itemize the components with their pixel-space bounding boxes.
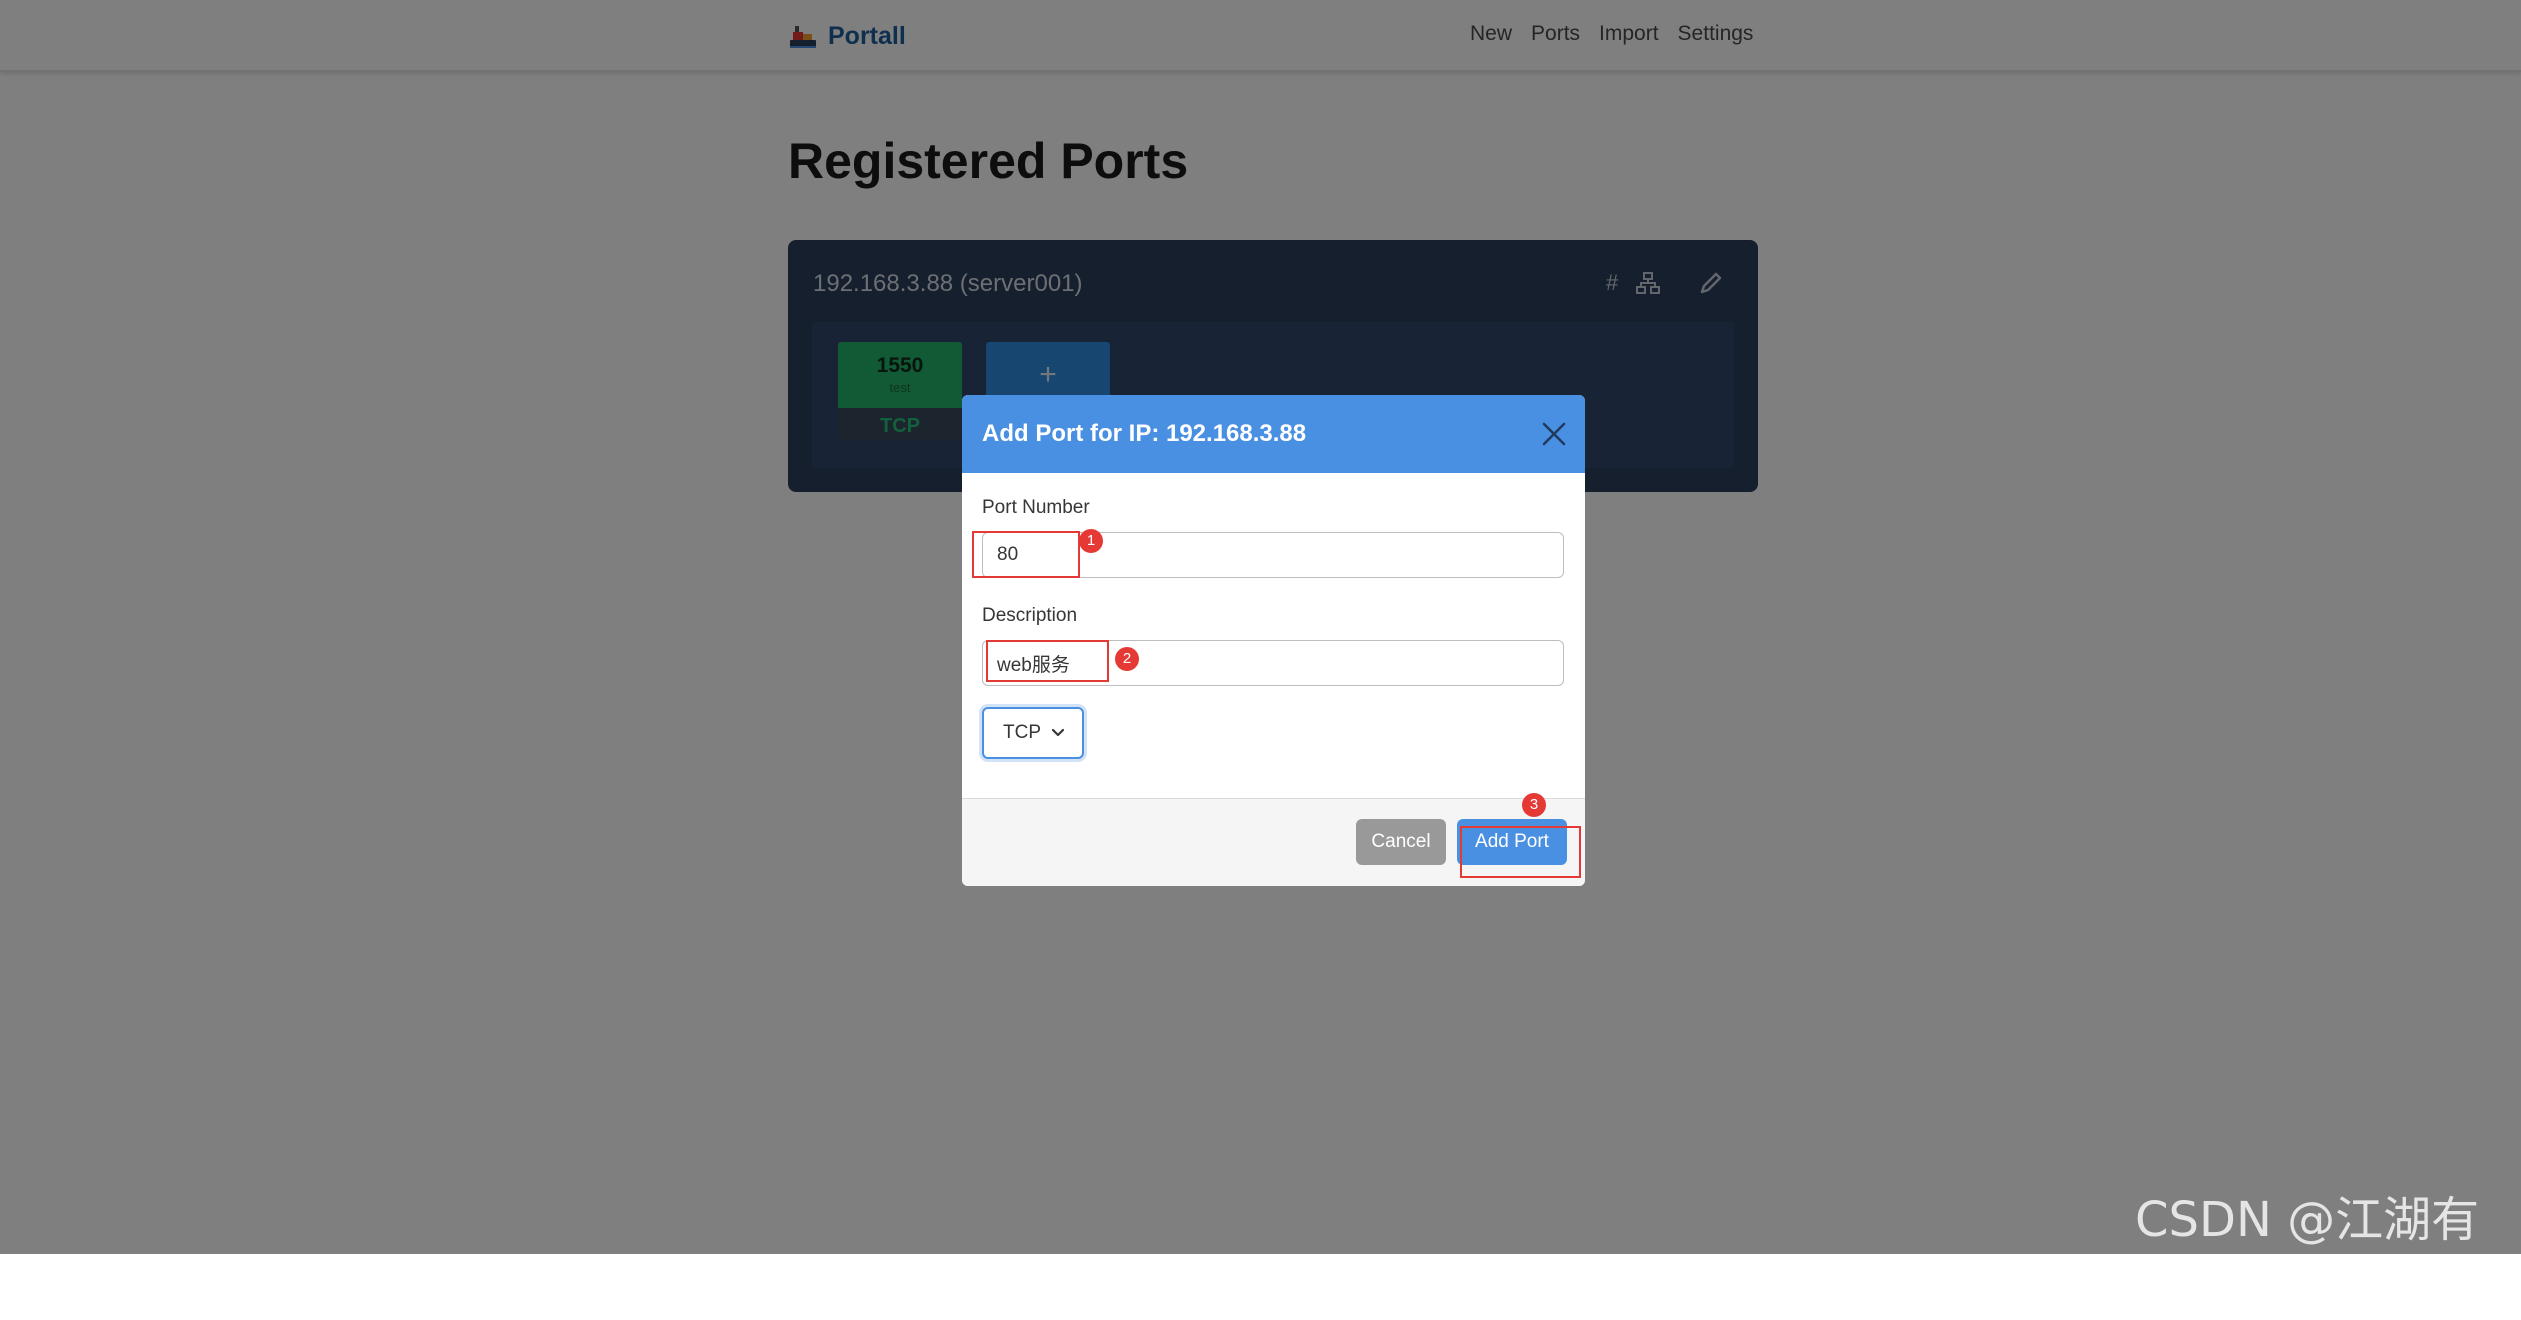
port-number-label: Port Number xyxy=(982,497,1090,518)
watermark: CSDN @江湖有缘 xyxy=(2135,1192,2480,1318)
description-label: Description xyxy=(982,605,1078,626)
modal-header: Add Port for IP: 192.168.3.88 xyxy=(962,395,1585,473)
chevron-down-icon xyxy=(1051,728,1065,737)
annotation-marker-1: 1 xyxy=(1079,529,1103,553)
cancel-button[interactable]: Cancel xyxy=(1356,819,1446,865)
protocol-select[interactable]: TCP xyxy=(982,707,1084,759)
protocol-selected-value: TCP xyxy=(1003,722,1041,743)
annotation-marker-2: 2 xyxy=(1115,647,1139,671)
annotation-marker-3: 3 xyxy=(1522,793,1546,817)
annotation-box-description xyxy=(986,640,1109,682)
annotation-box-add xyxy=(1460,826,1581,878)
modal-title: Add Port for IP: 192.168.3.88 xyxy=(982,420,1307,447)
annotation-box-port xyxy=(972,531,1080,578)
close-icon[interactable] xyxy=(1540,420,1568,448)
